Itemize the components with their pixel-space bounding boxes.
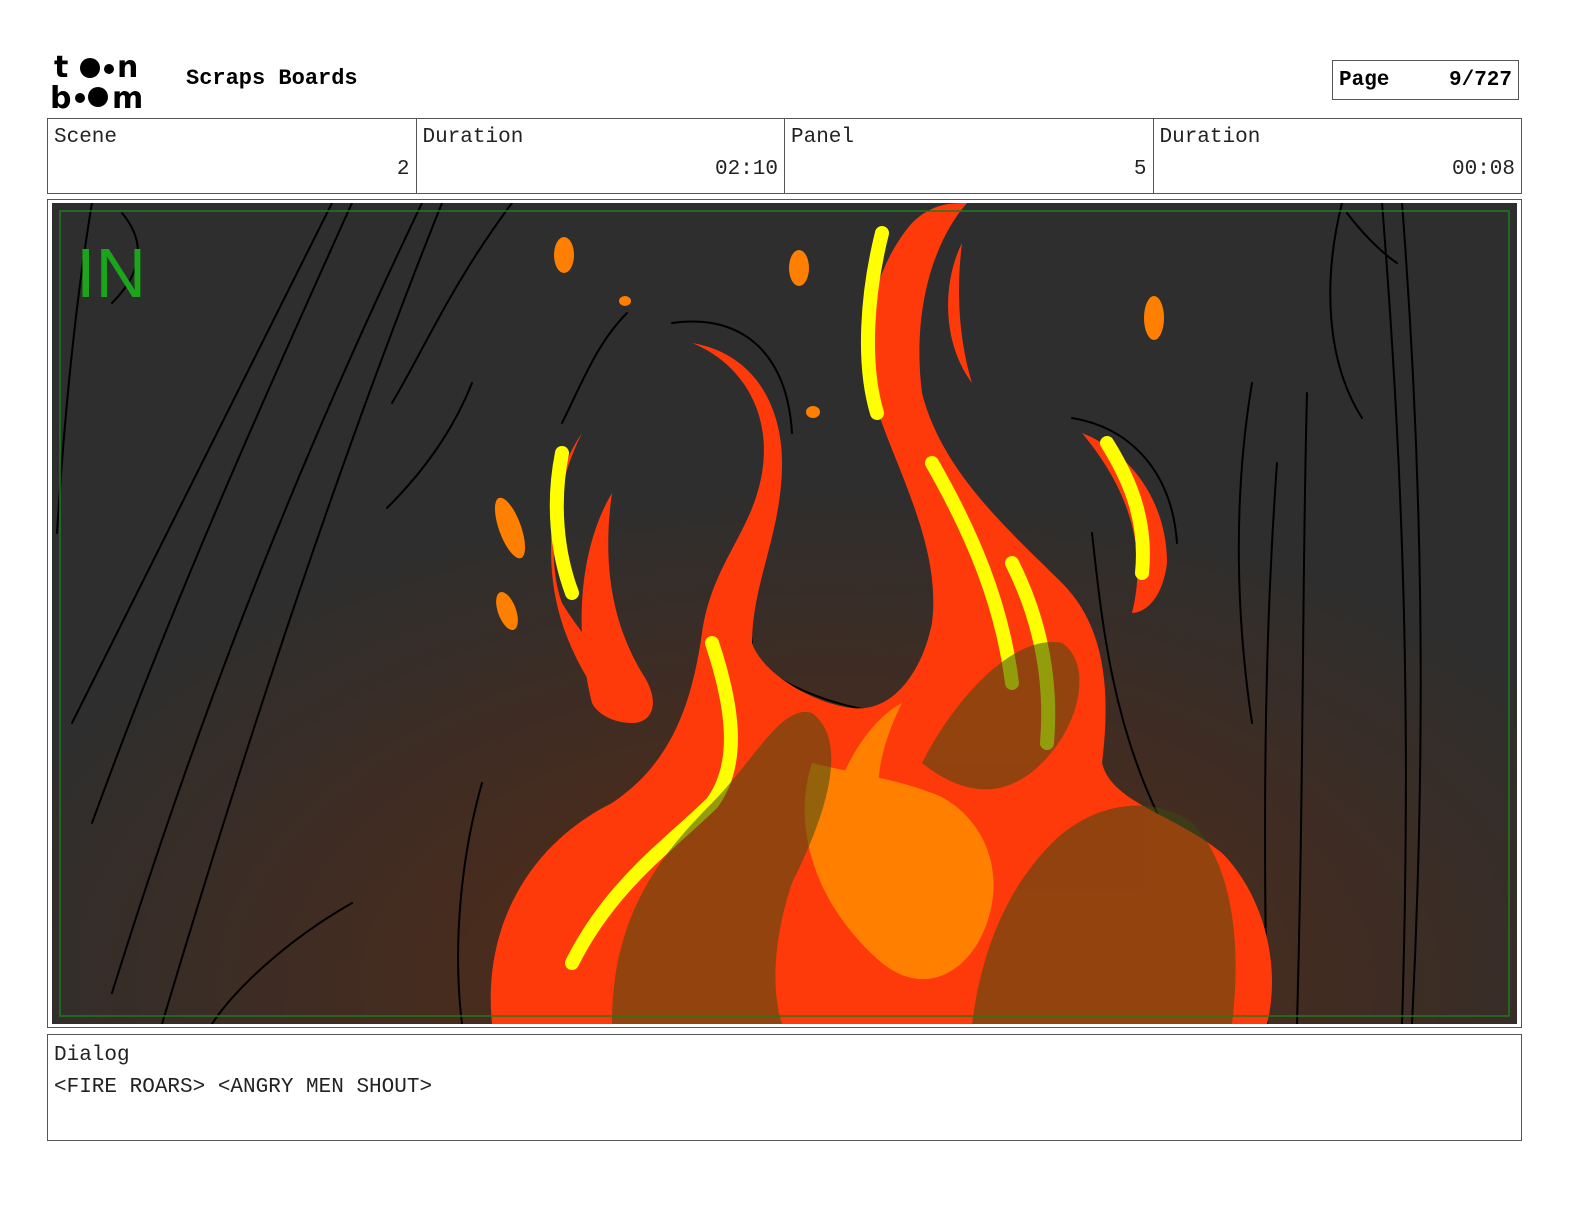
- panel-value: 5: [1133, 158, 1147, 181]
- scene-value: 2: [396, 158, 410, 181]
- scene-cell: Scene 2: [48, 119, 417, 193]
- page-number: 9/727: [1448, 68, 1512, 92]
- svg-text:b: b: [50, 81, 71, 112]
- toon-boom-logo: t n b m: [50, 50, 143, 112]
- page-indicator: Page 9/727: [1332, 60, 1519, 100]
- scene-label: Scene: [54, 126, 118, 149]
- ember-5: [806, 406, 820, 418]
- dialog-text: <FIRE ROARS> <ANGRY MEN SHOUT>: [54, 1076, 433, 1099]
- ember-4: [619, 296, 631, 306]
- svg-text:m: m: [112, 81, 143, 112]
- project-title: Scraps Boards: [186, 66, 358, 91]
- page-label: Page: [1339, 68, 1390, 92]
- scene-duration-cell: Duration 02:10: [417, 119, 785, 193]
- panel-duration-value: 00:08: [1451, 158, 1515, 181]
- ember-1: [554, 237, 574, 273]
- panel-duration-label: Duration: [1159, 126, 1261, 149]
- dialog-label: Dialog: [54, 1044, 130, 1067]
- panel-cell: Panel 5: [785, 119, 1154, 193]
- storyboard-panel-image: IN: [52, 203, 1517, 1024]
- panel-duration-cell: Duration 00:08: [1154, 119, 1522, 193]
- svg-text:t: t: [54, 50, 68, 85]
- in-overlay-text: IN: [76, 234, 146, 312]
- dialog-box: Dialog <FIRE ROARS> <ANGRY MEN SHOUT>: [47, 1034, 1522, 1141]
- scene-duration-label: Duration: [422, 126, 524, 149]
- panel-info-row: Scene 2 Duration 02:10 Panel 5 Duration …: [47, 118, 1522, 194]
- svg-text:n: n: [117, 50, 138, 85]
- ember-2: [789, 250, 809, 286]
- panel-label: Panel: [791, 126, 855, 149]
- ember-3: [1144, 296, 1164, 340]
- scene-duration-value: 02:10: [714, 158, 778, 181]
